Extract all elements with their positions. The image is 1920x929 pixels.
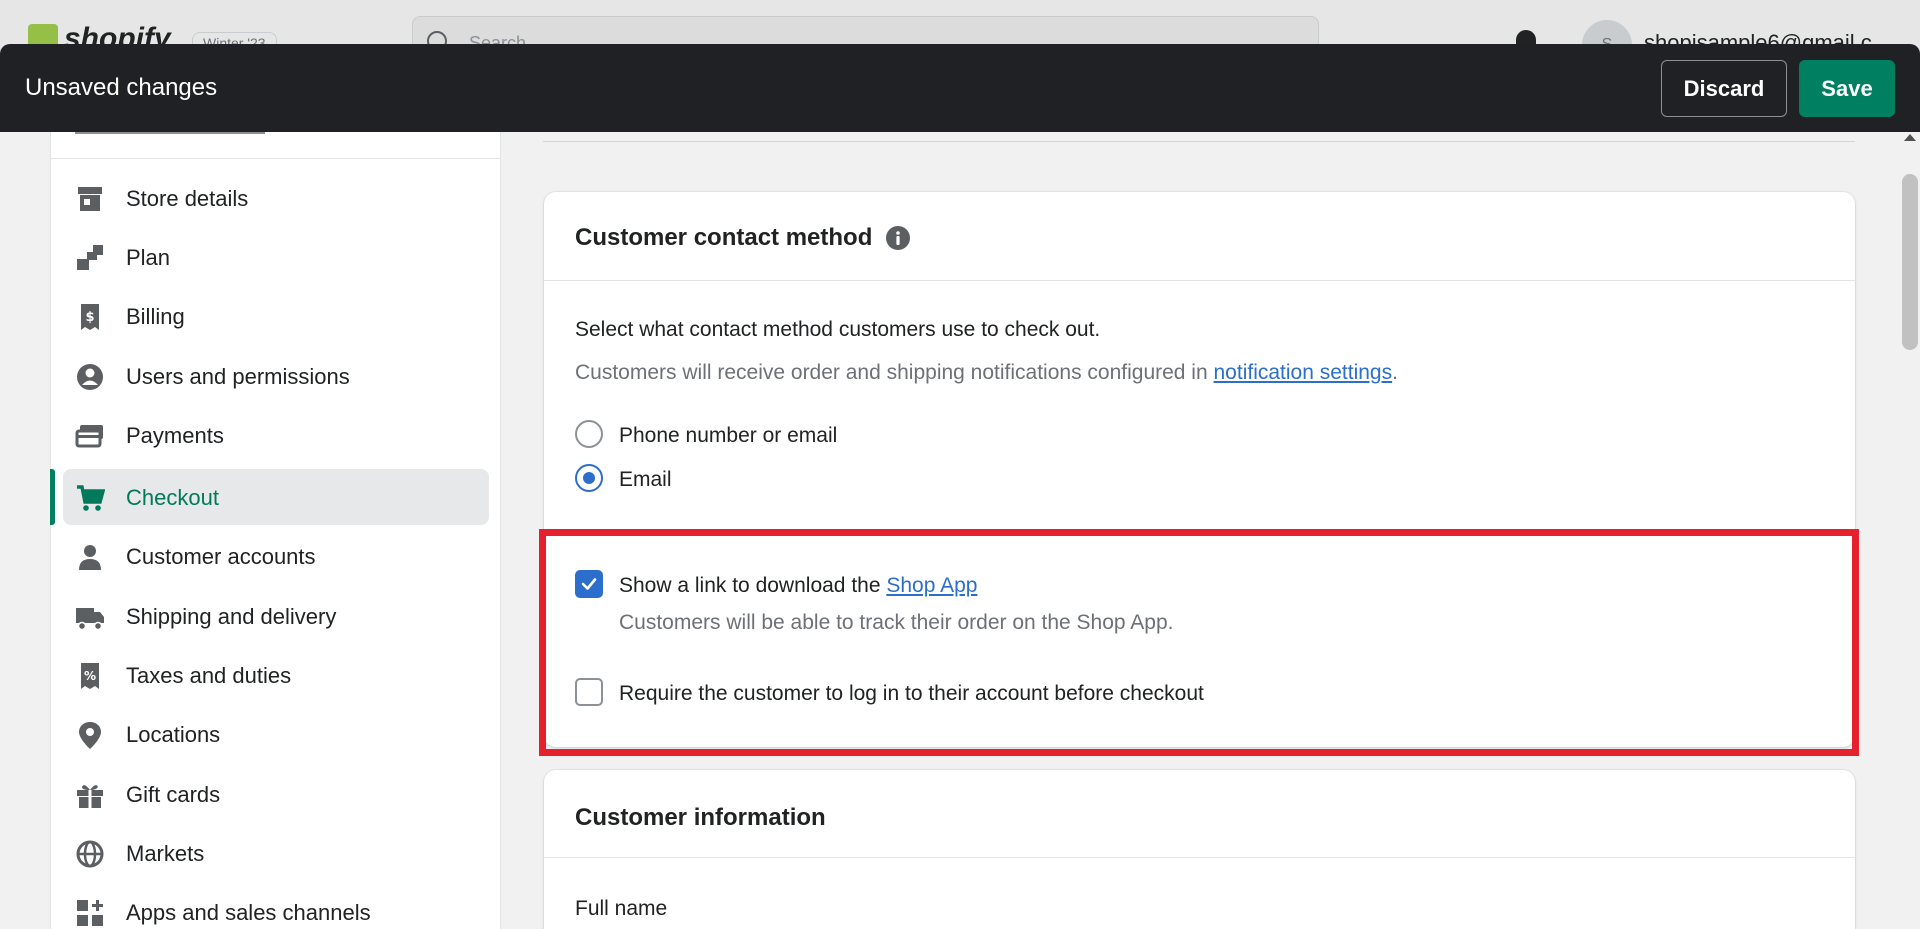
card-title: Customer contact method	[575, 224, 873, 251]
truck-icon	[76, 608, 104, 631]
sidebar-item-label: Plan	[126, 245, 171, 270]
contact-description: Select what contact method customers use…	[575, 318, 1101, 341]
save-button[interactable]: Save	[1799, 60, 1895, 117]
sidebar-item-label: Apps and sales channels	[126, 900, 371, 925]
checkmark-icon	[581, 578, 597, 590]
notification-prefix: Customers will receive order and shippin…	[575, 361, 1214, 384]
unsaved-changes-title: Unsaved changes	[25, 74, 218, 101]
unsaved-changes-bar: Unsaved changes Discard Save	[0, 44, 1920, 132]
sidebar-item-label: Gift cards	[126, 782, 221, 807]
shop-app-help-text: Customers will be able to track their or…	[619, 611, 1174, 634]
radio-phone-or-email[interactable]	[575, 420, 603, 448]
require-login-label[interactable]: Require the customer to log in to their …	[619, 682, 1204, 706]
store-icon	[78, 187, 102, 211]
sidebar-item-label: Customer accounts	[126, 544, 316, 569]
plan-icon	[77, 245, 103, 270]
radio-email[interactable]	[575, 464, 603, 492]
notification-suffix: .	[1392, 361, 1398, 384]
sidebar-item-label: Payments	[126, 423, 224, 448]
notification-settings-link[interactable]: notification settings	[1214, 361, 1393, 384]
card-title: Customer information	[575, 804, 826, 831]
customer-information-card: Customer information Full name	[544, 770, 1855, 929]
require-login-checkbox[interactable]	[575, 678, 603, 706]
sidebar-item-taxes[interactable]: % Taxes and duties	[63, 647, 489, 703]
customer-contact-card: Customer contact method Select what cont…	[544, 192, 1855, 747]
user-circle-icon	[77, 364, 103, 390]
apps-icon	[77, 900, 103, 926]
shop-app-checkbox[interactable]	[575, 570, 603, 598]
customer-icon	[79, 545, 101, 570]
sidebar-divider	[51, 158, 500, 159]
sidebar-item-store-details[interactable]: Store details	[63, 170, 489, 226]
cart-icon	[77, 485, 105, 511]
shop-app-link[interactable]: Shop App	[886, 574, 977, 597]
sidebar-item-shipping[interactable]: Shipping and delivery	[63, 588, 489, 644]
billing-icon: $	[81, 304, 99, 330]
sidebar-item-label: Store details	[126, 186, 249, 211]
shop-app-label-prefix: Show a link to download the	[619, 574, 887, 597]
sidebar-item-label: Users and permissions	[126, 364, 350, 389]
sidebar-item-customer-accounts[interactable]: Customer accounts	[63, 528, 489, 584]
sidebar-item-label: Markets	[126, 841, 205, 866]
info-icon[interactable]	[885, 225, 911, 251]
card-divider	[544, 280, 1855, 281]
settings-sidebar: Store details Plan $ Billing Users and p…	[50, 132, 501, 929]
sidebar-item-locations[interactable]: Locations	[63, 706, 489, 762]
section-divider	[543, 141, 1855, 142]
svg-text:%: %	[84, 669, 96, 683]
notification-text: Customers will receive order and shippin…	[575, 361, 1398, 385]
sidebar-item-markets[interactable]: Markets	[63, 825, 489, 881]
card-divider	[544, 857, 1855, 858]
sidebar-item-checkout[interactable]: Checkout	[50, 469, 489, 525]
shop-app-label[interactable]: Show a link to download the Shop App	[619, 574, 977, 598]
sidebar-item-label: Locations	[126, 722, 221, 747]
globe-icon	[76, 840, 104, 868]
discard-button[interactable]: Discard	[1661, 60, 1787, 117]
scrollbar-thumb[interactable]	[1902, 174, 1918, 350]
radio-label-phone-or-email[interactable]: Phone number or email	[619, 424, 837, 448]
sidebar-item-apps[interactable]: Apps and sales channels	[63, 884, 489, 929]
scroll-up-arrow-icon[interactable]	[1904, 134, 1916, 141]
sidebar-item-label: Taxes and duties	[126, 663, 292, 688]
full-name-label: Full name	[575, 897, 668, 920]
active-indicator	[50, 469, 55, 525]
tax-receipt-icon: %	[81, 663, 99, 689]
sidebar-item-plan[interactable]: Plan	[63, 229, 489, 285]
sidebar-cut-off-text	[75, 132, 265, 134]
gift-icon	[77, 785, 103, 808]
sidebar-item-gift-cards[interactable]: Gift cards	[63, 766, 489, 822]
sidebar-item-billing[interactable]: $ Billing	[63, 288, 489, 344]
location-pin-icon	[79, 722, 101, 749]
sidebar-item-label: Shipping and delivery	[126, 604, 337, 629]
sidebar-item-label: Checkout	[126, 485, 219, 510]
sidebar-item-label: Billing	[126, 304, 185, 329]
sidebar-item-users[interactable]: Users and permissions	[63, 348, 489, 404]
radio-label-email[interactable]: Email	[619, 468, 672, 492]
svg-text:$: $	[85, 310, 94, 325]
payments-icon	[75, 425, 103, 448]
sidebar-item-payments[interactable]: Payments	[63, 407, 489, 463]
